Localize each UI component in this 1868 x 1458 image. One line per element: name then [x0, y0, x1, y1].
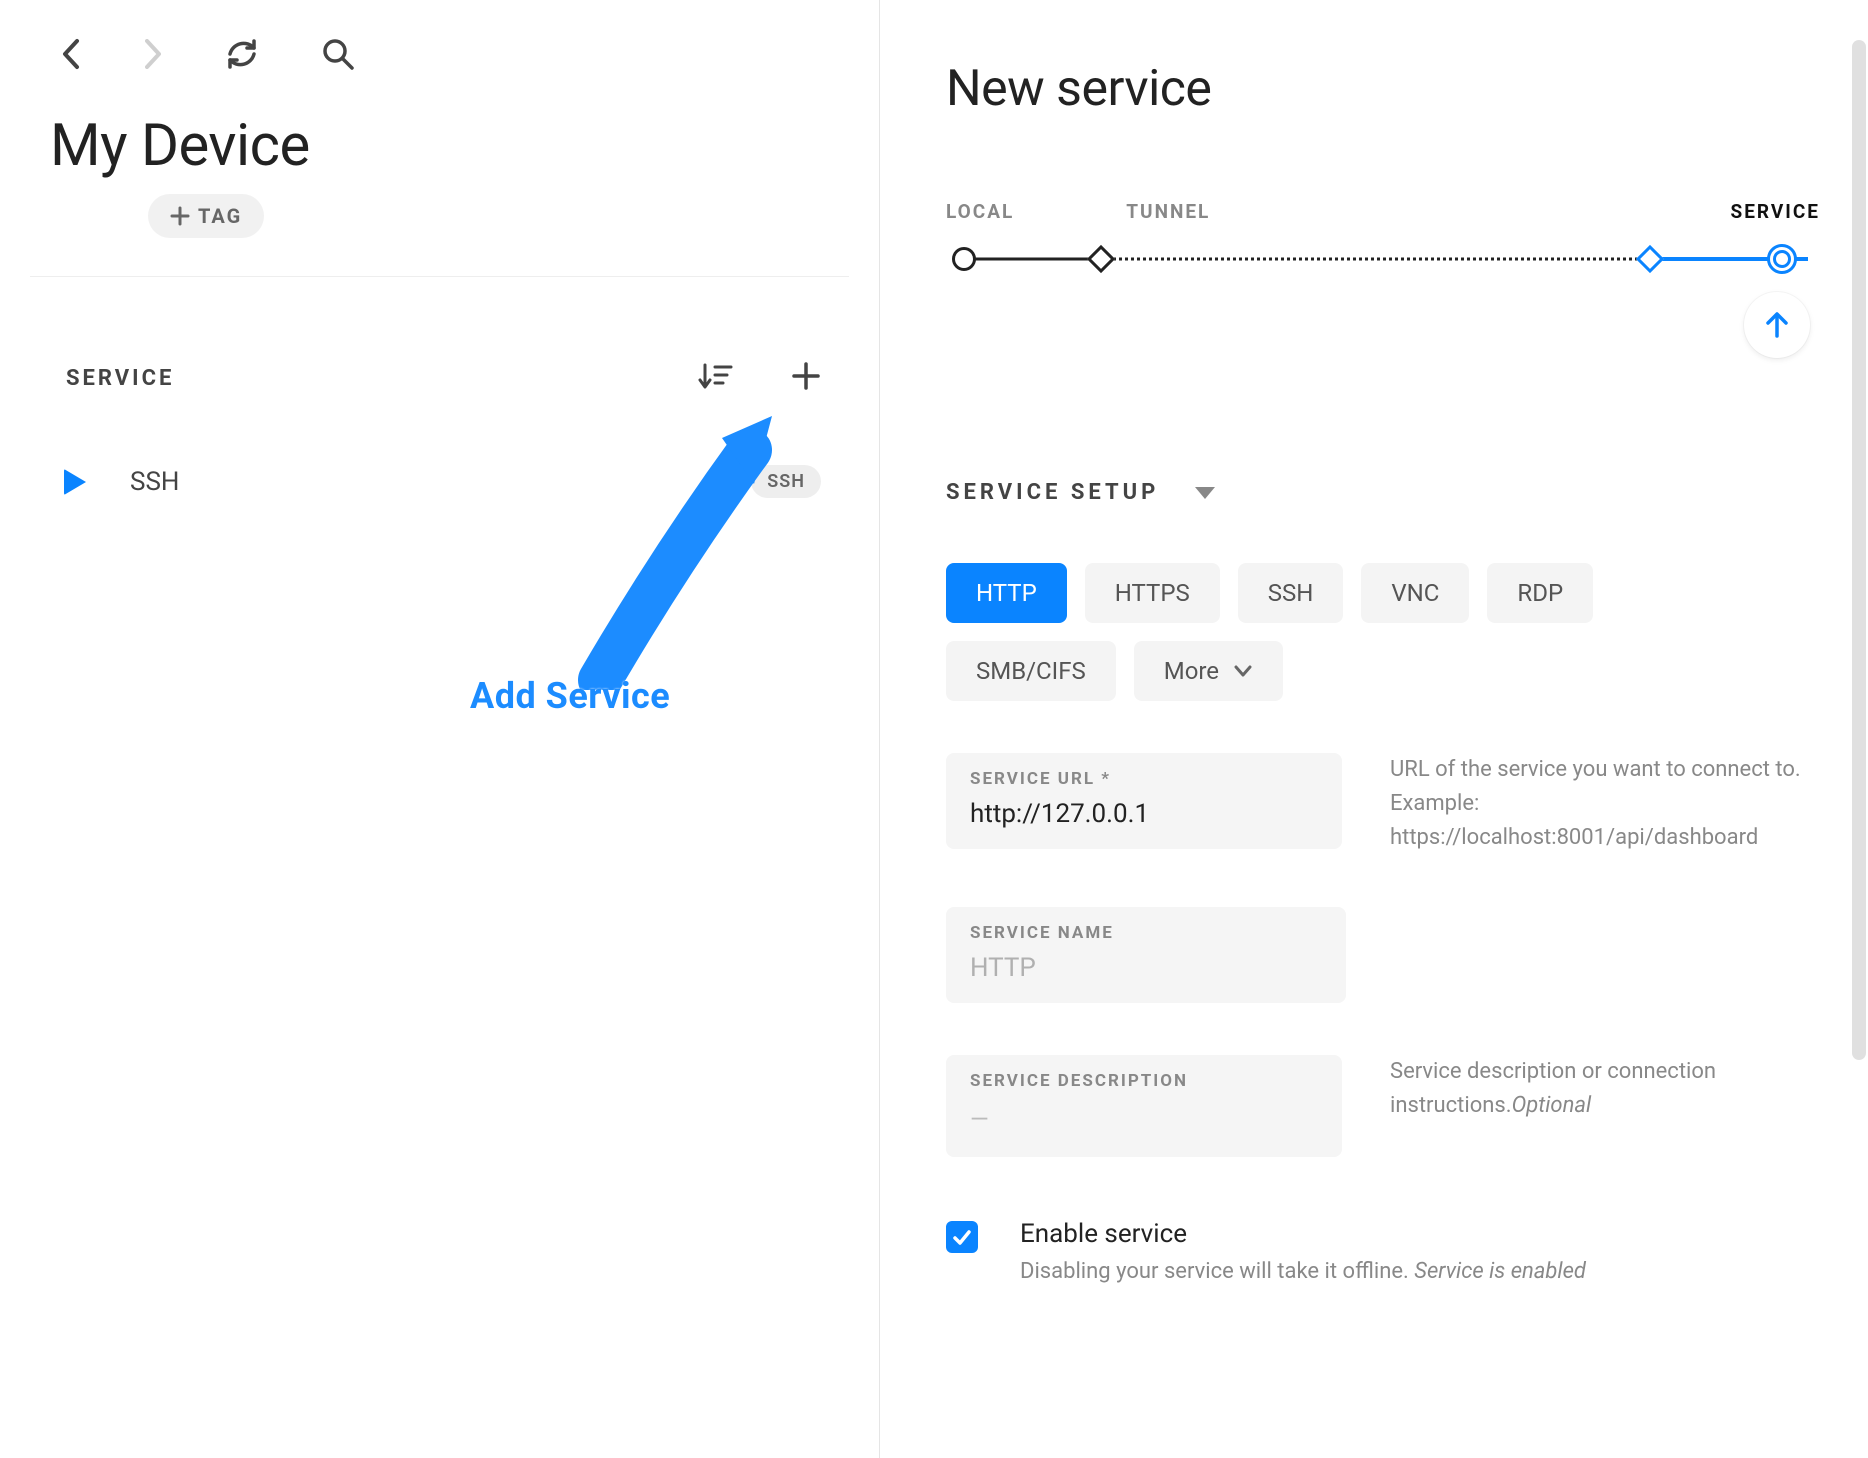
service-name-input[interactable] [970, 953, 1322, 983]
field-label: SERVICE DESCRIPTION [970, 1071, 1318, 1091]
enable-service-checkbox[interactable] [946, 1221, 978, 1253]
page-title: New service [946, 60, 1820, 118]
scroll-up-button[interactable] [1744, 292, 1810, 358]
service-url-input[interactable] [970, 799, 1318, 829]
field-label: SERVICE URL * [970, 769, 1318, 789]
service-item-name: SSH [130, 467, 707, 497]
step-relay-node [1636, 245, 1664, 273]
add-service-button[interactable] [791, 361, 821, 395]
back-button[interactable] [60, 37, 82, 71]
check-icon [952, 1227, 972, 1247]
plus-icon [791, 361, 821, 391]
search-icon [320, 36, 356, 72]
enable-service-subtitle: Disabling your service will take it offl… [1020, 1259, 1586, 1284]
progress-steps: LOCAL TUNNEL SERVICE [946, 200, 1820, 290]
protocol-chip-rdp[interactable]: RDP [1487, 563, 1593, 623]
arrow-up-icon [1762, 310, 1792, 340]
caret-down-icon [1193, 485, 1217, 501]
service-description-placeholder: — [970, 1105, 1318, 1133]
enable-status: Service is enabled [1414, 1259, 1586, 1284]
play-icon [64, 469, 86, 495]
service-url-field[interactable]: SERVICE URL * [946, 753, 1342, 849]
service-name-field[interactable]: SERVICE NAME [946, 907, 1346, 1003]
service-description-helper: Service description or connection instru… [1390, 1055, 1820, 1123]
left-panel: My Device TAG SERVICE [0, 0, 880, 1458]
protocol-chip-http[interactable]: HTTP [946, 563, 1067, 623]
forward-button [142, 37, 164, 71]
protocol-chip-ssh[interactable]: SSH [1238, 563, 1344, 623]
step-service-node [1767, 244, 1797, 274]
service-section-header: SERVICE [30, 277, 849, 395]
sort-button[interactable] [697, 361, 733, 395]
service-url-helper: URL of the service you want to connect t… [1390, 753, 1820, 855]
protocol-chip-group: HTTP HTTPS SSH VNC RDP SMB/CIFS More [946, 563, 1666, 701]
chip-label: More [1164, 657, 1219, 685]
chip-label: SMB/CIFS [976, 657, 1086, 685]
chip-label: HTTPS [1115, 579, 1190, 607]
scrollbar[interactable] [1852, 40, 1866, 1418]
chip-label: RDP [1517, 579, 1563, 607]
step-local-label: LOCAL [946, 200, 1014, 223]
protocol-badge: SSH [751, 465, 821, 498]
enable-service-title: Enable service [1020, 1219, 1586, 1249]
device-title: My Device [30, 112, 849, 180]
scrollbar-thumb[interactable] [1852, 40, 1866, 1060]
service-setup-label: SERVICE SETUP [946, 480, 1159, 505]
refresh-button[interactable] [224, 36, 260, 72]
chevron-left-icon [60, 37, 82, 71]
enable-subtitle-prefix: Disabling your service will take it offl… [1020, 1259, 1414, 1284]
step-service-label: SERVICE [1731, 200, 1820, 223]
protocol-chip-smb[interactable]: SMB/CIFS [946, 641, 1116, 701]
search-button[interactable] [320, 36, 356, 72]
refresh-icon [224, 36, 260, 72]
service-setup-toggle[interactable]: SERVICE SETUP [946, 480, 1820, 505]
tag-label: TAG [198, 204, 242, 228]
field-label: SERVICE NAME [970, 923, 1322, 943]
service-description-field[interactable]: SERVICE DESCRIPTION — [946, 1055, 1342, 1157]
right-panel: New service LOCAL TUNNEL SERVICE SERVICE… [880, 0, 1868, 1458]
chip-label: VNC [1391, 579, 1439, 607]
protocol-chip-vnc[interactable]: VNC [1361, 563, 1469, 623]
add-tag-button[interactable]: TAG [148, 194, 264, 238]
enable-service-row: Enable service Disabling your service wi… [946, 1219, 1820, 1284]
sort-icon [697, 361, 733, 391]
step-local-node [952, 247, 976, 271]
chip-label: HTTP [976, 579, 1037, 607]
annotation-label: Add Service [470, 675, 670, 717]
step-tunnel-node [1087, 245, 1115, 273]
chevron-right-icon [142, 37, 164, 71]
protocol-chip-more[interactable]: More [1134, 641, 1283, 701]
service-item-ssh[interactable]: SSH SSH [30, 395, 849, 498]
chevron-down-icon [1233, 664, 1253, 678]
chip-label: SSH [1268, 579, 1314, 607]
nav-bar [30, 28, 849, 112]
service-section-label: SERVICE [66, 366, 174, 391]
protocol-chip-https[interactable]: HTTPS [1085, 563, 1220, 623]
step-tunnel-label: TUNNEL [1126, 200, 1210, 223]
plus-icon [170, 206, 190, 226]
helper-optional: Optional [1512, 1093, 1592, 1118]
